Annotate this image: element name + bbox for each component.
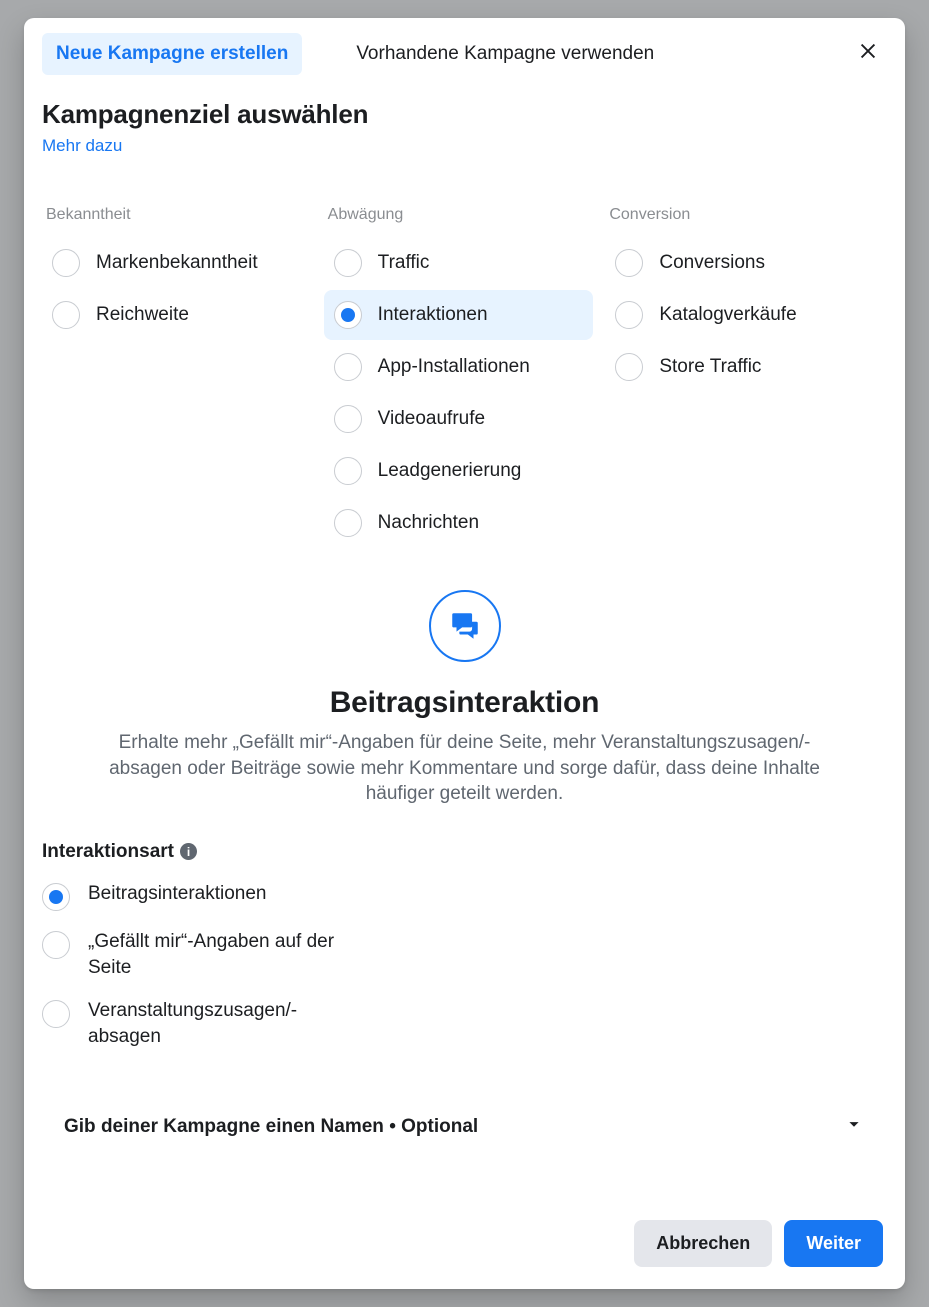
- radio-icon: [615, 301, 643, 329]
- column-label: Abwägung: [324, 206, 606, 224]
- goal-label: Nachrichten: [378, 512, 479, 534]
- explain-text: Erhalte mehr „Gefällt mir“-Angaben für d…: [84, 730, 845, 807]
- close-button[interactable]: [849, 32, 887, 75]
- goal-videoaufrufe[interactable]: Videoaufrufe: [324, 394, 594, 444]
- goal-explanation: Beitragsinteraktion Erhalte mehr „Gefäll…: [24, 550, 905, 807]
- goal-label: Markenbekanntheit: [96, 252, 258, 274]
- goal-label: Conversions: [659, 252, 765, 274]
- goal-label: Videoaufrufe: [378, 408, 485, 430]
- section-title: Kampagnenziel auswählen Mehr dazu: [24, 99, 905, 156]
- interaction-option-post[interactable]: Beitragsinteraktionen: [42, 881, 362, 911]
- radio-icon: [42, 931, 70, 959]
- column-label: Conversion: [605, 206, 887, 224]
- interaction-type-section: Interaktionsart i Beitragsinteraktionen …: [24, 807, 905, 1050]
- radio-icon: [615, 249, 643, 277]
- interaction-option-label: „Gefällt mir“-Angaben auf der Seite: [88, 929, 362, 980]
- radio-icon: [52, 301, 80, 329]
- engagement-icon: [429, 590, 501, 662]
- radio-icon: [334, 249, 362, 277]
- campaign-name-label: Gib deiner Kampagne einen Namen • Option…: [64, 1116, 478, 1138]
- column-consideration: Abwägung Traffic Interaktionen App-Insta…: [324, 206, 606, 550]
- radio-icon: [334, 405, 362, 433]
- goal-leadgenerierung[interactable]: Leadgenerierung: [324, 446, 594, 496]
- column-label: Bekanntheit: [42, 206, 324, 224]
- goal-app-installationen[interactable]: App-Installationen: [324, 342, 594, 392]
- radio-icon: [334, 353, 362, 381]
- goal-markenbekanntheit[interactable]: Markenbekanntheit: [42, 238, 312, 288]
- goal-traffic[interactable]: Traffic: [324, 238, 594, 288]
- interaction-option-likes[interactable]: „Gefällt mir“-Angaben auf der Seite: [42, 929, 362, 980]
- goal-label: Traffic: [378, 252, 430, 274]
- close-icon: [857, 40, 879, 62]
- chevron-down-icon: [843, 1113, 865, 1140]
- goal-label: App-Installationen: [378, 356, 530, 378]
- create-campaign-modal: Neue Kampagne erstellen Vorhandene Kampa…: [24, 18, 905, 1289]
- explain-title: Beitragsinteraktion: [84, 686, 845, 720]
- goal-store-traffic[interactable]: Store Traffic: [605, 342, 875, 392]
- goal-label: Leadgenerierung: [378, 460, 522, 482]
- goal-label: Store Traffic: [659, 356, 761, 378]
- campaign-name-expander[interactable]: Gib deiner Kampagne einen Namen • Option…: [24, 1089, 905, 1164]
- interaction-option-label: Veranstaltungszusagen/-absagen: [88, 998, 362, 1049]
- goal-reichweite[interactable]: Reichweite: [42, 290, 312, 340]
- goal-columns: Bekanntheit Markenbekanntheit Reichweite…: [24, 156, 905, 550]
- radio-icon: [334, 509, 362, 537]
- radio-icon: [52, 249, 80, 277]
- continue-button[interactable]: Weiter: [784, 1220, 883, 1267]
- modal-header: Neue Kampagne erstellen Vorhandene Kampa…: [24, 18, 905, 89]
- page-title: Kampagnenziel auswählen: [42, 99, 887, 130]
- goal-conversions[interactable]: Conversions: [605, 238, 875, 288]
- radio-icon: [42, 883, 70, 911]
- goal-label: Interaktionen: [378, 304, 488, 326]
- column-awareness: Bekanntheit Markenbekanntheit Reichweite: [42, 206, 324, 550]
- cancel-button[interactable]: Abbrechen: [634, 1220, 772, 1267]
- radio-icon: [42, 1000, 70, 1028]
- goal-interaktionen[interactable]: Interaktionen: [324, 290, 594, 340]
- tab-new-campaign[interactable]: Neue Kampagne erstellen: [42, 33, 302, 75]
- learn-more-link[interactable]: Mehr dazu: [42, 136, 122, 156]
- radio-icon: [334, 301, 362, 329]
- interaction-option-events[interactable]: Veranstaltungszusagen/-absagen: [42, 998, 362, 1049]
- modal-footer: Abbrechen Weiter: [24, 1202, 905, 1289]
- goal-katalogverkaeufe[interactable]: Katalogverkäufe: [605, 290, 875, 340]
- radio-icon: [334, 457, 362, 485]
- interaction-type-label: Interaktionsart i: [42, 841, 887, 863]
- goal-label: Reichweite: [96, 304, 189, 326]
- goal-nachrichten[interactable]: Nachrichten: [324, 498, 594, 548]
- interaction-option-label: Beitragsinteraktionen: [88, 881, 267, 907]
- info-icon[interactable]: i: [180, 843, 197, 860]
- column-conversion: Conversion Conversions Katalogverkäufe S…: [605, 206, 887, 550]
- tab-existing-campaign[interactable]: Vorhandene Kampagne verwenden: [342, 33, 668, 75]
- radio-icon: [615, 353, 643, 381]
- interaction-type-text: Interaktionsart: [42, 841, 174, 863]
- goal-label: Katalogverkäufe: [659, 304, 796, 326]
